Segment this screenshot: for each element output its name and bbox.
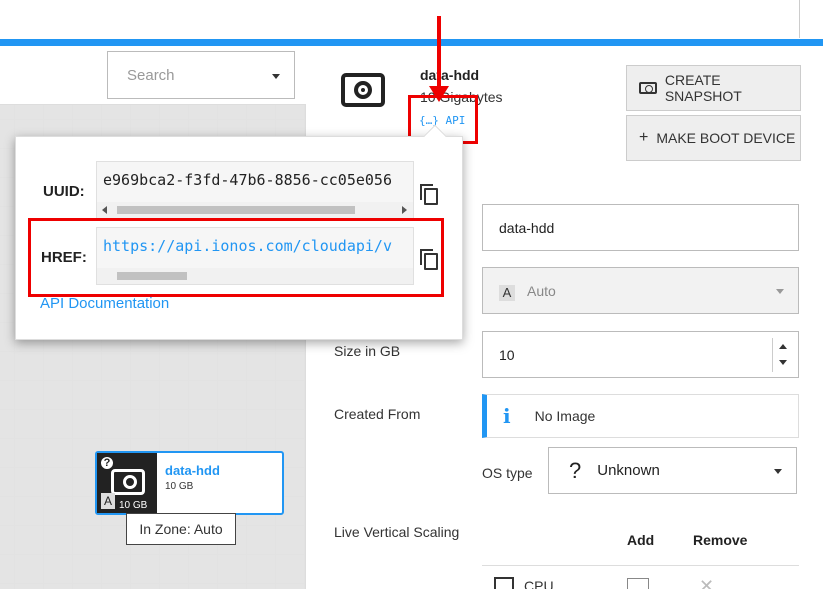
os-type-label: OS type <box>482 465 533 481</box>
stepper-up-icon[interactable] <box>779 344 787 349</box>
api-documentation-link[interactable]: API Documentation <box>40 295 169 312</box>
created-from-value: No Image <box>534 408 596 424</box>
remove-column-header: Remove <box>693 532 748 548</box>
name-input[interactable]: data-hdd <box>482 204 799 251</box>
info-icon: i <box>503 404 511 428</box>
red-arrow-head <box>429 86 449 102</box>
snapshot-icon <box>639 82 657 94</box>
size-label: Size in GB <box>334 343 401 359</box>
volume-node[interactable]: ? A 10 GB data-hdd 10 GB <box>95 451 284 515</box>
os-type-value: Unknown <box>597 462 660 479</box>
zone-select: A Auto <box>482 267 799 314</box>
cpu-remove-disabled-icon: ✕ <box>699 576 715 589</box>
os-type-select[interactable]: ? Unknown <box>548 447 797 494</box>
live-scaling-label: Live Vertical Scaling <box>334 524 460 540</box>
copy-uuid-icon[interactable] <box>420 184 438 205</box>
red-arrow-shaft <box>437 16 441 90</box>
chevron-down-icon <box>774 469 782 474</box>
make-boot-device-label: MAKE BOOT DEVICE <box>656 130 796 146</box>
node-size: 10 GB <box>165 481 194 492</box>
uuid-value: e969bca2-f3fd-47b6-8856-cc05e056 <box>103 171 392 189</box>
chevron-down-icon <box>776 289 784 294</box>
top-bar-divider <box>799 0 800 38</box>
make-boot-device-button[interactable]: + MAKE BOOT DEVICE <box>626 115 801 161</box>
search-dropdown[interactable]: Search <box>107 51 295 99</box>
zone-value: Auto <box>527 282 556 299</box>
created-from-label: Created From <box>334 406 421 422</box>
node-name: data-hdd <box>165 463 220 478</box>
plus-icon: + <box>639 129 649 146</box>
size-stepper[interactable] <box>772 338 792 372</box>
zone-tooltip: In Zone: Auto <box>126 513 236 545</box>
cpu-chip-icon <box>494 577 514 589</box>
size-value: 10 <box>499 346 515 363</box>
hdd-icon: ? A 10 GB <box>97 453 157 513</box>
scroll-left-icon[interactable] <box>102 206 107 214</box>
zone-badge: A <box>101 493 115 509</box>
stepper-down-icon[interactable] <box>779 360 787 365</box>
created-from-info: i No Image <box>482 394 799 438</box>
size-input[interactable]: 10 <box>482 331 799 378</box>
question-icon: ? <box>569 457 582 483</box>
cpu-label: CPU <box>524 578 554 589</box>
uuid-scrollbar[interactable] <box>97 202 413 218</box>
hdd-icon <box>341 73 385 107</box>
volume-title: data-hdd <box>420 67 480 83</box>
scroll-thumb[interactable] <box>117 206 355 214</box>
create-snapshot-button[interactable]: CREATE SNAPSHOT <box>626 65 801 111</box>
chevron-down-icon <box>272 74 280 79</box>
uuid-label: UUID: <box>43 183 85 200</box>
cpu-add-checkbox[interactable] <box>627 578 649 589</box>
node-size-badge: 10 GB <box>119 500 148 511</box>
name-value: data-hdd <box>499 219 555 236</box>
unknown-os-badge: ? <box>99 455 115 471</box>
add-column-header: Add <box>627 532 655 548</box>
search-placeholder: Search <box>127 66 175 84</box>
accent-bar <box>0 39 823 46</box>
create-snapshot-label: CREATE SNAPSHOT <box>664 72 742 104</box>
uuid-field[interactable]: e969bca2-f3fd-47b6-8856-cc05e056 <box>96 161 414 219</box>
scroll-right-icon[interactable] <box>402 206 407 214</box>
top-bar <box>0 0 823 40</box>
zone-a-icon: A <box>499 284 515 301</box>
href-highlight <box>28 218 444 297</box>
